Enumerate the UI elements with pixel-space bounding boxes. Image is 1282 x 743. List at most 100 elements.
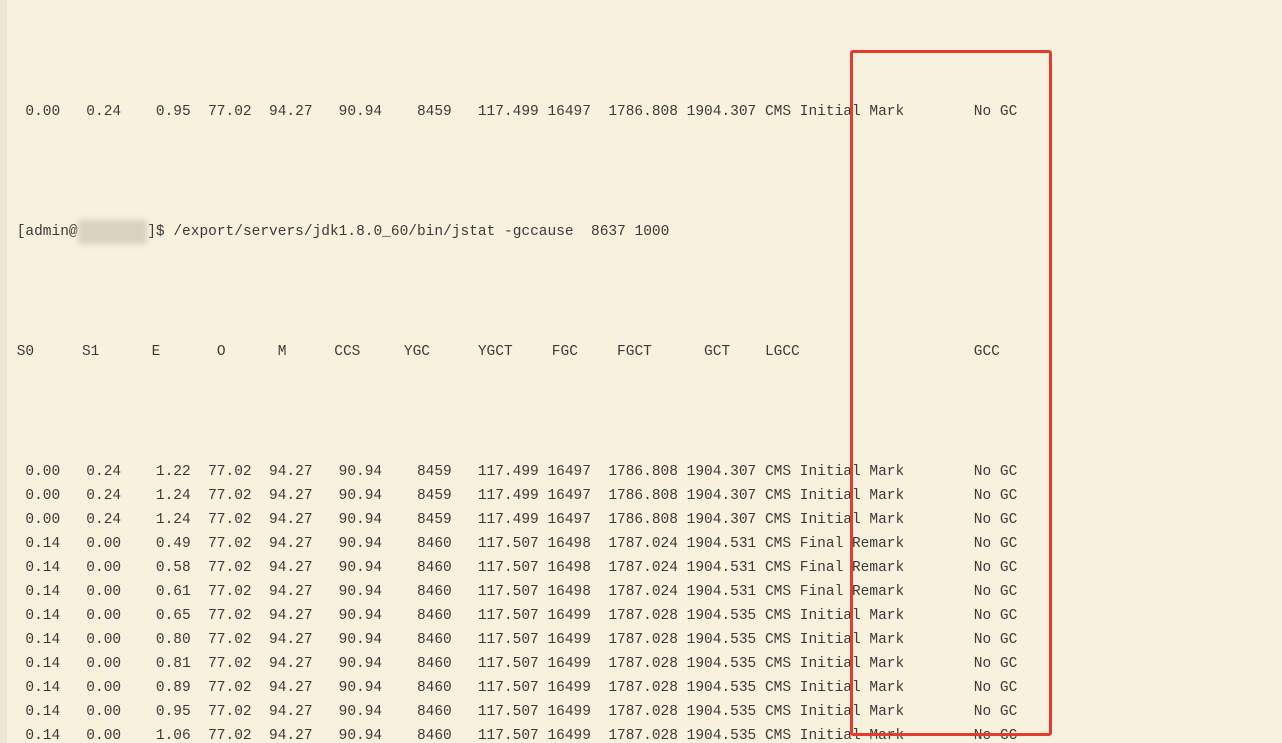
cell-fgc: 16499 (539, 652, 591, 676)
cell-gcc: No GC (956, 556, 1282, 580)
cell-gcc: No GC (956, 532, 1282, 556)
col-ccs: CCS (313, 340, 383, 364)
cell-s0: 0.00 (8, 508, 60, 532)
cell-e: 1.24 (121, 484, 191, 508)
cell-ccs: 90.94 (313, 676, 383, 700)
cell-e: 0.80 (121, 628, 191, 652)
cell-ygc: 8459 (382, 460, 452, 484)
table-row: 0.000.241.2277.0294.2790.948459117.49916… (8, 460, 1282, 484)
cell-gcc: No GC (956, 604, 1282, 628)
cell-fgct: 1787.028 (591, 628, 678, 652)
cell-ccs: 90.94 (313, 484, 383, 508)
cell-fgc: 16497 (539, 100, 591, 124)
cell-m: 94.27 (252, 652, 313, 676)
table-row: 0.140.001.0677.0294.2790.948460117.50716… (8, 724, 1282, 743)
cell-fgc: 16497 (539, 484, 591, 508)
cell-fgct: 1787.028 (591, 652, 678, 676)
cell-lgcc: CMS Initial Mark (756, 700, 956, 724)
cell-ccs: 90.94 (313, 100, 383, 124)
cell-ygc: 8460 (382, 532, 452, 556)
cell-fgc: 16499 (539, 676, 591, 700)
cell-ygct: 117.499 (452, 100, 539, 124)
cell-e: 0.49 (121, 532, 191, 556)
col-o: O (191, 340, 252, 364)
cell-fgct: 1787.024 (591, 532, 678, 556)
cell-e: 0.58 (121, 556, 191, 580)
cell-gct: 1904.535 (678, 724, 756, 743)
cell-o: 77.02 (191, 460, 252, 484)
cell-ygct: 117.507 (452, 628, 539, 652)
col-fgc: FGC (539, 340, 591, 364)
col-m: M (252, 340, 313, 364)
cell-e: 1.06 (121, 724, 191, 743)
cell-gcc: No GC (956, 652, 1282, 676)
table-row: 0.000.241.2477.0294.2790.948459117.49916… (8, 508, 1282, 532)
cell-m: 94.27 (252, 580, 313, 604)
col-e: E (121, 340, 191, 364)
cell-ygc: 8460 (382, 604, 452, 628)
cell-s1: 0.00 (60, 556, 121, 580)
cell-fgct: 1787.028 (591, 604, 678, 628)
prompt-host-blurred (78, 220, 148, 244)
cell-s1: 0.00 (60, 700, 121, 724)
cell-fgc: 16498 (539, 532, 591, 556)
cell-lgcc: CMS Initial Mark (756, 508, 956, 532)
cell-ygct: 117.507 (452, 700, 539, 724)
cell-gct: 1904.307 (678, 460, 756, 484)
shell-prompt-line: [admin@ ]$ /export/servers/jdk1.8.0_60/b… (8, 220, 1282, 244)
cell-gcc: No GC (956, 508, 1282, 532)
cell-gct: 1904.531 (678, 556, 756, 580)
cell-m: 94.27 (252, 484, 313, 508)
cell-ccs: 90.94 (313, 628, 383, 652)
cell-ygc: 8460 (382, 652, 452, 676)
cell-gct: 1904.535 (678, 652, 756, 676)
cell-gct: 1904.307 (678, 508, 756, 532)
cell-ygct: 117.507 (452, 532, 539, 556)
cell-e: 1.22 (121, 460, 191, 484)
cell-s1: 0.00 (60, 676, 121, 700)
cell-e: 0.81 (121, 652, 191, 676)
prompt-prefix: [admin@ (8, 220, 78, 244)
cell-ygc: 8460 (382, 556, 452, 580)
col-gct: GCT (678, 340, 756, 364)
cell-fgct: 1787.024 (591, 580, 678, 604)
cell-s1: 0.24 (60, 508, 121, 532)
prompt-suffix: ]$ (147, 220, 173, 244)
cell-gcc: No GC (956, 700, 1282, 724)
cell-m: 94.27 (252, 556, 313, 580)
cell-o: 77.02 (191, 724, 252, 743)
cell-ygct: 117.499 (452, 484, 539, 508)
cell-e: 0.61 (121, 580, 191, 604)
cell-m: 94.27 (252, 100, 313, 124)
cell-gcc: No GC (956, 628, 1282, 652)
cell-m: 94.27 (252, 460, 313, 484)
col-fgct: FGCT (591, 340, 678, 364)
cell-fgc: 16497 (539, 508, 591, 532)
col-lgcc: LGCC (756, 340, 956, 364)
cell-lgcc: CMS Initial Mark (756, 604, 956, 628)
cell-e: 0.65 (121, 604, 191, 628)
cell-gct: 1904.535 (678, 628, 756, 652)
table-row: 0.140.000.5877.0294.2790.948460117.50716… (8, 556, 1282, 580)
cell-s0: 0.14 (8, 556, 60, 580)
table-row: 0.140.000.4977.0294.2790.948460117.50716… (8, 532, 1282, 556)
table-row: 0.140.000.9577.0294.2790.948460117.50716… (8, 700, 1282, 724)
cell-gct: 1904.535 (678, 700, 756, 724)
cell-o: 77.02 (191, 700, 252, 724)
cell-s1: 0.00 (60, 652, 121, 676)
cell-m: 94.27 (252, 604, 313, 628)
cell-ygc: 8460 (382, 724, 452, 743)
table-row: 0.140.000.6177.0294.2790.948460117.50716… (8, 580, 1282, 604)
cell-s0: 0.14 (8, 580, 60, 604)
terminal-output[interactable]: 0.00 0.24 0.95 77.02 94.27 90.94 8459 11… (0, 0, 1282, 743)
cell-ccs: 90.94 (313, 508, 383, 532)
cell-gcc: No GC (956, 100, 1282, 124)
cell-s1: 0.24 (60, 484, 121, 508)
cell-s0: 0.14 (8, 652, 60, 676)
cell-ccs: 90.94 (313, 652, 383, 676)
cell-s0: 0.14 (8, 724, 60, 743)
cell-fgc: 16497 (539, 460, 591, 484)
cell-lgcc: CMS Final Remark (756, 532, 956, 556)
cell-o: 77.02 (191, 604, 252, 628)
cell-gct: 1904.531 (678, 532, 756, 556)
